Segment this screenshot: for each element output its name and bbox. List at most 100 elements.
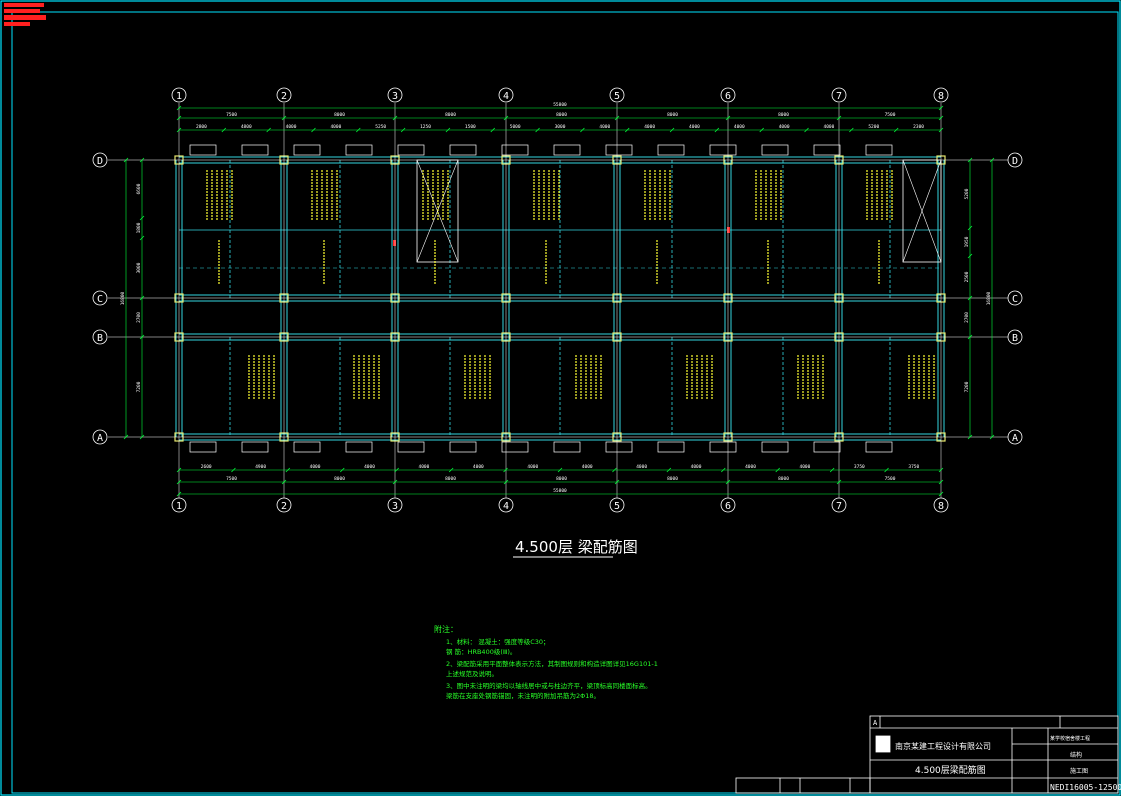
dimension-subspan: 3000 xyxy=(555,124,566,130)
red-marker xyxy=(393,240,396,246)
drawing-title: 4.500层 梁配筋图 xyxy=(515,538,638,556)
dimension-subspan: 4000 xyxy=(691,464,702,470)
note-line: 梁筋在支座处钢筋锚固，未注明的附加吊筋为2Φ18。 xyxy=(446,691,600,700)
axis-label: 3 xyxy=(392,91,398,102)
dimension-subspan: 2800 xyxy=(196,124,207,130)
dimension-subspan: 5000 xyxy=(510,124,521,130)
dimension-subspan: 4000 xyxy=(636,464,647,470)
note-line: 3、图中未注明的梁均以轴线居中或与柱边齐平，梁顶标高同楼面标高。 xyxy=(446,681,652,690)
window-mark xyxy=(553,441,581,453)
dimension-subspan: 3750 xyxy=(908,464,919,470)
design-stage: 施工图 xyxy=(1070,767,1088,775)
dimension-span: 2700 xyxy=(136,312,142,323)
dimension-span: 8000 xyxy=(556,476,567,482)
window-mark xyxy=(449,441,477,453)
stamp-bar-4 xyxy=(4,22,30,26)
drawing-name: 4.500层梁配筋图 xyxy=(915,764,986,776)
cad-viewport[interactable]: 1 1 2 2 3 3 4 4 5 5 6 6 7 7 8 8 D D C C B B A A 55800 7500 8000 800… xyxy=(0,0,1121,796)
dimension-subspan: 4000 xyxy=(734,124,745,130)
dimension-span: 8000 xyxy=(445,112,456,118)
dimension-span: 3000 xyxy=(136,262,142,273)
dimension-subspan: 4000 xyxy=(800,464,811,470)
dimension-span: 8000 xyxy=(334,112,345,118)
axis-label: 6 xyxy=(725,91,731,102)
dimension-subspan: 5200 xyxy=(868,124,879,130)
axis-label: D xyxy=(97,156,103,167)
dimension-total: 55800 xyxy=(553,488,567,494)
dimension-subspan: 3750 xyxy=(854,464,865,470)
window-mark xyxy=(293,144,321,156)
dimension-subspan: 4000 xyxy=(330,124,341,130)
axis-label: 5 xyxy=(614,91,620,102)
stamp-bar-1 xyxy=(4,3,44,7)
general-notes: 附注： 1、材料： 混凝土：强度等级C30； 钢 筋：HRB400级(Ⅲ)。 2… xyxy=(434,624,658,700)
dimension-subspan: 4000 xyxy=(364,464,375,470)
window-mark xyxy=(813,441,841,453)
dimension-subspan: 2300 xyxy=(913,124,924,130)
dimension-subspan: 4000 xyxy=(599,124,610,130)
stamp-marks xyxy=(4,3,46,26)
dimension-span: 8000 xyxy=(556,112,567,118)
note-line: 钢 筋：HRB400级(Ⅲ)。 xyxy=(446,647,516,656)
window-mark xyxy=(553,144,581,156)
dimension-subspan: 4000 xyxy=(689,124,700,130)
axis-label: A xyxy=(1012,433,1018,444)
window-mark xyxy=(189,144,217,156)
dimension-span: 5200 xyxy=(964,188,970,199)
window-mark xyxy=(761,441,789,453)
axis-label: 4 xyxy=(503,91,509,102)
window-mark xyxy=(761,144,789,156)
dimension-span: 8000 xyxy=(778,112,789,118)
axis-label: 6 xyxy=(725,501,731,512)
axis-label: 5 xyxy=(614,501,620,512)
axis-label: A xyxy=(97,433,103,444)
window-mark xyxy=(657,441,685,453)
axis-label: B xyxy=(97,333,103,344)
window-mark xyxy=(605,144,633,156)
axis-label: C xyxy=(97,294,103,305)
dimension-total: 16800 xyxy=(120,291,126,305)
floor-plan: 1 1 2 2 3 3 4 4 5 5 6 6 7 7 8 8 D D C C B B A A 55800 7500 8000 800… xyxy=(92,87,1023,513)
drawing-number: NEDI16005-125005 xyxy=(1050,783,1121,792)
dimension-span: 7500 xyxy=(885,112,896,118)
dimension-span: 7500 xyxy=(226,112,237,118)
dimension-span: 6600 xyxy=(136,183,142,194)
window-mark xyxy=(189,441,217,453)
window-mark xyxy=(657,144,685,156)
dimension-span: 2700 xyxy=(964,312,970,323)
dimension-span: 8000 xyxy=(445,476,456,482)
axis-label: D xyxy=(1012,156,1018,167)
axis-label: 2 xyxy=(281,501,287,512)
dimension-span: 7500 xyxy=(226,476,237,482)
project-name: 某学校宿舍楼工程 xyxy=(1050,735,1090,742)
axis-label: 8 xyxy=(938,91,944,102)
axis-label: 4 xyxy=(503,501,509,512)
note-line: 1、材料： 混凝土：强度等级C30； xyxy=(446,637,550,646)
axis-label: 1 xyxy=(176,501,182,512)
window-mark xyxy=(397,441,425,453)
axis-label: 1 xyxy=(176,91,182,102)
window-mark xyxy=(449,144,477,156)
drawing-title-group: 4.500层 梁配筋图 xyxy=(513,538,638,558)
outer-border xyxy=(0,0,1121,796)
window-mark xyxy=(345,441,373,453)
dimension-subspan: 4000 xyxy=(419,464,430,470)
window-mark xyxy=(865,144,893,156)
dimension-subspan: 4000 xyxy=(745,464,756,470)
dimension-subspan: 4000 xyxy=(310,464,321,470)
discipline: 结构 xyxy=(1070,751,1082,759)
dimension-subspan: 4900 xyxy=(255,464,266,470)
dimension-span: 8000 xyxy=(667,476,678,482)
dimension-total: 55800 xyxy=(553,102,567,108)
dimension-subspan: 1250 xyxy=(420,124,431,130)
dimension-span: 2500 xyxy=(964,271,970,282)
dimension-span: 8000 xyxy=(667,112,678,118)
dimension-subspan: 2600 xyxy=(201,464,212,470)
dimension-subspan: 4000 xyxy=(644,124,655,130)
axis-label: B xyxy=(1012,333,1018,344)
window-mark xyxy=(345,144,373,156)
window-mark xyxy=(397,144,425,156)
window-mark xyxy=(241,441,269,453)
dimension-subspan: 4000 xyxy=(824,124,835,130)
company-logo xyxy=(875,735,891,753)
